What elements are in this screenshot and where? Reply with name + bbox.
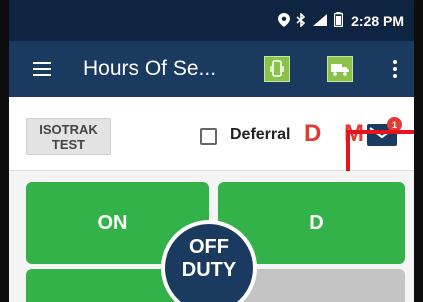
location-icon [278,12,291,29]
duty-status-grid: ON D OFF DUTY [9,171,414,302]
bluetooth-icon [296,11,306,29]
off-duty-label-line1: OFF [189,236,229,258]
deferral-checkbox[interactable] [200,128,217,145]
vehicle-label-line1: ISOTRAK [39,121,98,137]
app-bar: Hours Of Se... [9,41,414,97]
on-duty-label: ON [97,211,128,234]
deferral-label: Deferral [230,126,291,143]
phone-device-icon[interactable] [264,56,290,82]
app-screen: 2:28 PM Hours Of Se... ISOTRAK TEST Defe… [9,0,414,302]
clock-time: 2:28 PM [351,12,404,29]
signal-icon [312,13,328,29]
menu-icon[interactable] [33,49,73,89]
page-title: Hours Of Se... [83,57,217,80]
off-duty-label-line2: DUTY [181,259,237,281]
vehicle-button[interactable]: ISOTRAK TEST [26,118,111,155]
vehicle-label-line2: TEST [51,136,86,152]
driving-label: D [309,211,324,234]
more-vert-icon[interactable] [388,58,402,80]
battery-icon [333,12,344,29]
status-bar: 2:28 PM [9,0,414,41]
truck-icon[interactable] [327,56,353,82]
